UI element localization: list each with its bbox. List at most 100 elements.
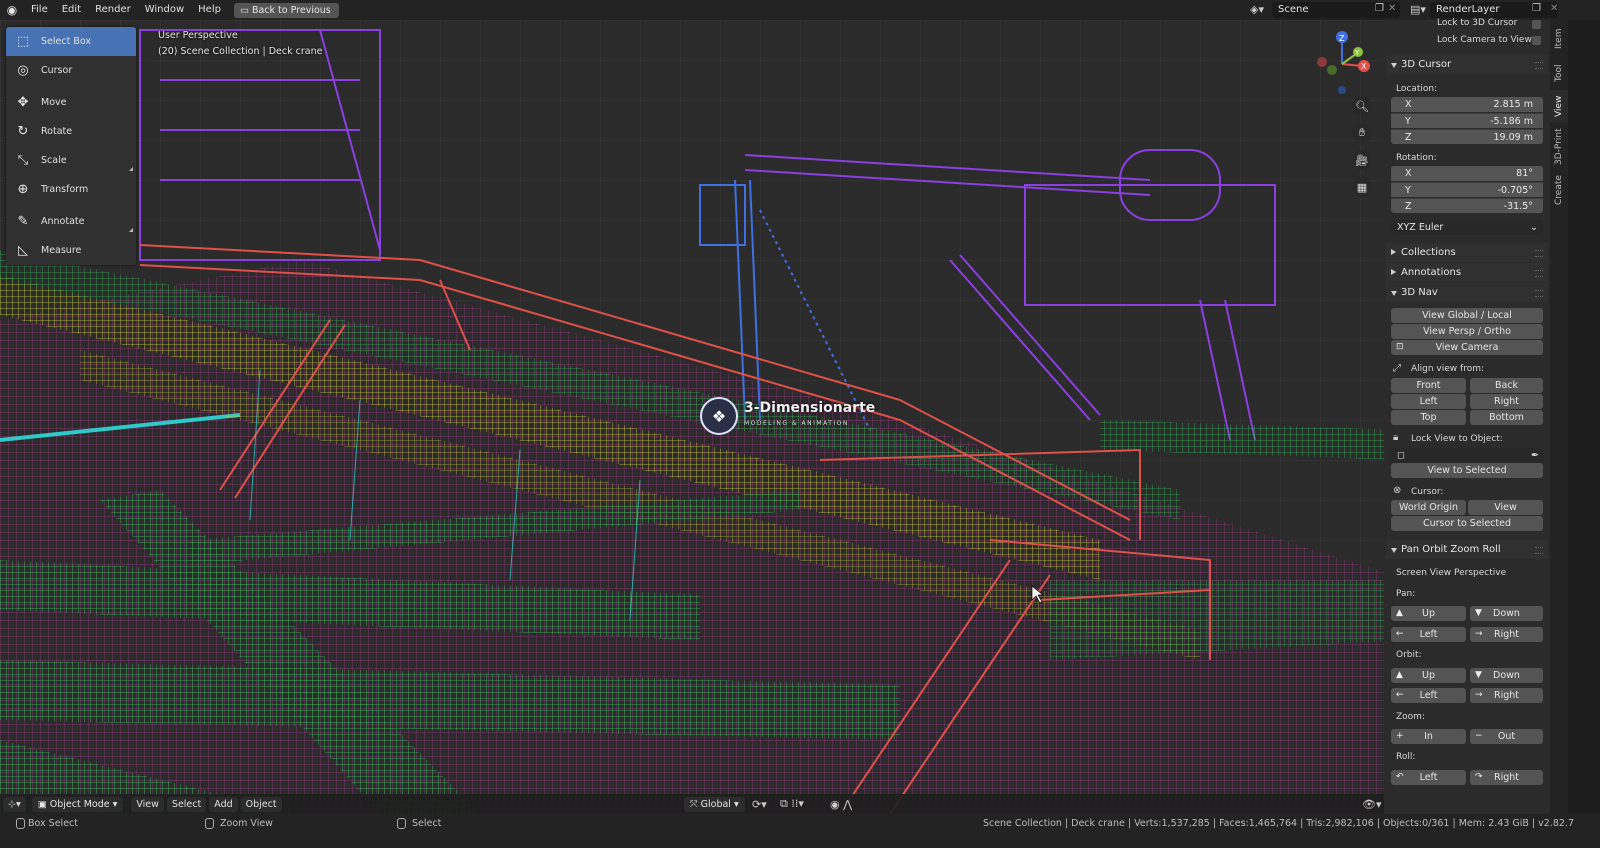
menu-window[interactable]: Window (138, 0, 191, 20)
view-layer-icon[interactable]: ▤▾ (1410, 3, 1426, 16)
align-front-button[interactable]: Front (1391, 378, 1466, 393)
rotation-z-field[interactable]: Z -31.5° (1391, 198, 1543, 213)
align-right-button[interactable]: Right (1470, 394, 1543, 409)
cursor-to-selected-button[interactable]: Cursor to Selected (1391, 516, 1543, 531)
new-scene-icon[interactable]: ❐ (1375, 3, 1384, 14)
view-camera-button[interactable]: ⊡ View Camera (1391, 340, 1543, 355)
panel-pan-orbit-zoom-roll[interactable]: Pan Orbit Zoom Roll (1386, 540, 1548, 559)
orbit-down-button[interactable]: ▼ Down (1470, 668, 1543, 683)
tab-view[interactable]: View (1550, 90, 1568, 122)
rotation-x-field[interactable]: X 81° (1391, 166, 1543, 181)
align-bottom-button[interactable]: Bottom (1470, 410, 1543, 425)
tool-measure[interactable]: ◺ Measure (6, 236, 136, 265)
menu-view[interactable]: View (131, 796, 164, 812)
menu-select[interactable]: Select (166, 796, 207, 812)
tab-3d-print[interactable]: 3D-Print (1550, 124, 1568, 170)
zoom-label: Zoom: (1396, 712, 1425, 722)
arrow-up-icon: ▲ (1396, 670, 1403, 680)
pan-right-button[interactable]: → Right (1470, 627, 1543, 642)
zoom-out-button[interactable]: − Out (1470, 729, 1543, 744)
viewport-nav-icons: 🔍︎ ✋︎ 🎥︎ ▦ (1352, 96, 1372, 197)
menu-add[interactable]: Add (209, 796, 238, 812)
panel-3d-nav[interactable]: 3D Nav (1386, 283, 1548, 302)
orbit-up-button[interactable]: ▲ Up (1391, 668, 1466, 683)
view-perspective-label: User Perspective (158, 30, 238, 41)
rotation-y-field[interactable]: Y -0.705° (1391, 182, 1543, 197)
tool-move[interactable]: ✥ Move (6, 88, 136, 117)
panel-annotations[interactable]: Annotations (1386, 263, 1548, 282)
rotation-mode-dropdown[interactable]: XYZ Euler ⌄ (1391, 220, 1543, 235)
location-x-field[interactable]: X 2.815 m (1391, 97, 1543, 112)
scene-selector-icon[interactable]: ◈▾ (1250, 3, 1264, 16)
object-icon: ◻ (1397, 450, 1405, 461)
rotate-icon: ↻ (17, 124, 29, 139)
pan-hand-icon[interactable]: ✋︎ (1352, 123, 1372, 143)
tab-item[interactable]: Item (1550, 22, 1568, 56)
menu-edit[interactable]: Edit (55, 0, 88, 20)
blender-logo-icon[interactable]: ◉ (0, 0, 24, 20)
zoom-in-button[interactable]: + In (1391, 729, 1466, 744)
back-to-previous-button[interactable]: ▭ Back to Previous (233, 2, 339, 18)
grid-ortho-icon[interactable]: ▦ (1352, 177, 1372, 197)
pivot-point-icon[interactable]: ⟳▾ (752, 798, 767, 811)
tool-transform[interactable]: ⊕ Transform (6, 175, 136, 204)
pan-down-button[interactable]: ▼ Down (1470, 606, 1543, 621)
align-top-button[interactable]: Top (1391, 410, 1466, 425)
cursor-small-icon: ⊗ (1393, 485, 1402, 496)
align-back-button[interactable]: Back (1470, 378, 1543, 393)
proportional-edit-icon[interactable]: ◉ ⋀ (830, 798, 852, 811)
new-view-layer-icon[interactable]: ❐ (1532, 3, 1541, 14)
mouse-right-icon (397, 818, 406, 829)
lock-object-field[interactable]: ◻ ✒ (1391, 448, 1543, 463)
align-left-button[interactable]: Left (1391, 394, 1466, 409)
view-persp-ortho-button[interactable]: View Persp / Ortho (1391, 324, 1543, 339)
lock-to-cursor-checkbox[interactable] (1532, 20, 1541, 29)
menu-help[interactable]: Help (191, 0, 228, 20)
cursor-world-origin-button[interactable]: World Origin (1391, 500, 1466, 515)
tool-annotate[interactable]: ✎ Annotate (6, 207, 136, 236)
snap-icon[interactable]: ⧉ ⁞⁞▾ (780, 797, 804, 811)
tool-shelf: ⬚ Select Box ◎ Cursor ✥ Move ↻ Rotate ⤡ … (6, 27, 136, 265)
sidebar-tabs: Item Tool View 3D-Print Create (1550, 20, 1568, 814)
tool-rotate[interactable]: ↻ Rotate (6, 117, 136, 146)
view-global-local-button[interactable]: View Global / Local (1391, 308, 1543, 323)
menu-render[interactable]: Render (88, 0, 138, 20)
measure-icon: ◺ (18, 243, 28, 258)
delete-view-layer-icon[interactable]: ✕ (1550, 3, 1558, 14)
cursor-view-button[interactable]: View (1468, 500, 1543, 515)
panel-3d-cursor[interactable]: 3D Cursor (1386, 55, 1548, 74)
tool-scale[interactable]: ⤡ Scale (6, 146, 136, 175)
lock-icon: 🔒︎ (1393, 432, 1399, 443)
zoom-icon[interactable]: 🔍︎ (1352, 96, 1372, 116)
roll-right-button[interactable]: ↷ Right (1470, 770, 1543, 785)
tab-create[interactable]: Create (1550, 172, 1568, 208)
orbit-right-button[interactable]: → Right (1470, 688, 1543, 703)
minus-icon: − (1475, 731, 1483, 741)
visibility-icon[interactable]: 👁︎▾ (1362, 798, 1382, 811)
orbit-left-button[interactable]: ← Left (1391, 688, 1466, 703)
menu-file[interactable]: File (24, 0, 55, 20)
delete-scene-icon[interactable]: ✕ (1388, 3, 1396, 14)
watermark: ❖ 3-Dimensionarte MODELING & ANIMATION (700, 397, 875, 435)
object-mode-dropdown[interactable]: ▣ Object Mode ▾ (31, 796, 124, 812)
location-y-field[interactable]: Y -5.186 m (1391, 113, 1543, 128)
scale-icon: ⤡ (17, 153, 29, 168)
tool-cursor[interactable]: ◎ Cursor (6, 56, 136, 85)
lock-camera-checkbox[interactable] (1532, 36, 1541, 45)
editor-type-icon[interactable]: ⊹▾ (3, 796, 26, 812)
view-to-selected-button[interactable]: View to Selected (1391, 463, 1543, 478)
eyedropper-icon[interactable]: ✒ (1531, 448, 1539, 463)
tool-select-box[interactable]: ⬚ Select Box (6, 27, 136, 56)
pan-left-button[interactable]: ← Left (1391, 627, 1466, 642)
panel-collections[interactable]: Collections (1386, 243, 1548, 262)
status-left-action: Box Select (28, 818, 78, 829)
3d-viewport[interactable]: Z X Y User Perspective (20) Scene Collec… (0, 20, 1410, 814)
menu-object[interactable]: Object (240, 796, 282, 812)
pan-up-button[interactable]: ▲ Up (1391, 606, 1466, 621)
transform-orientation-dropdown[interactable]: ⤧ Global ▾ (684, 796, 745, 812)
tab-tool[interactable]: Tool (1550, 58, 1568, 88)
camera-icon[interactable]: 🎥︎ (1352, 150, 1372, 170)
move-icon: ✥ (17, 95, 29, 110)
roll-left-button[interactable]: ↶ Left (1391, 770, 1466, 785)
location-z-field[interactable]: Z 19.09 m (1391, 129, 1543, 144)
